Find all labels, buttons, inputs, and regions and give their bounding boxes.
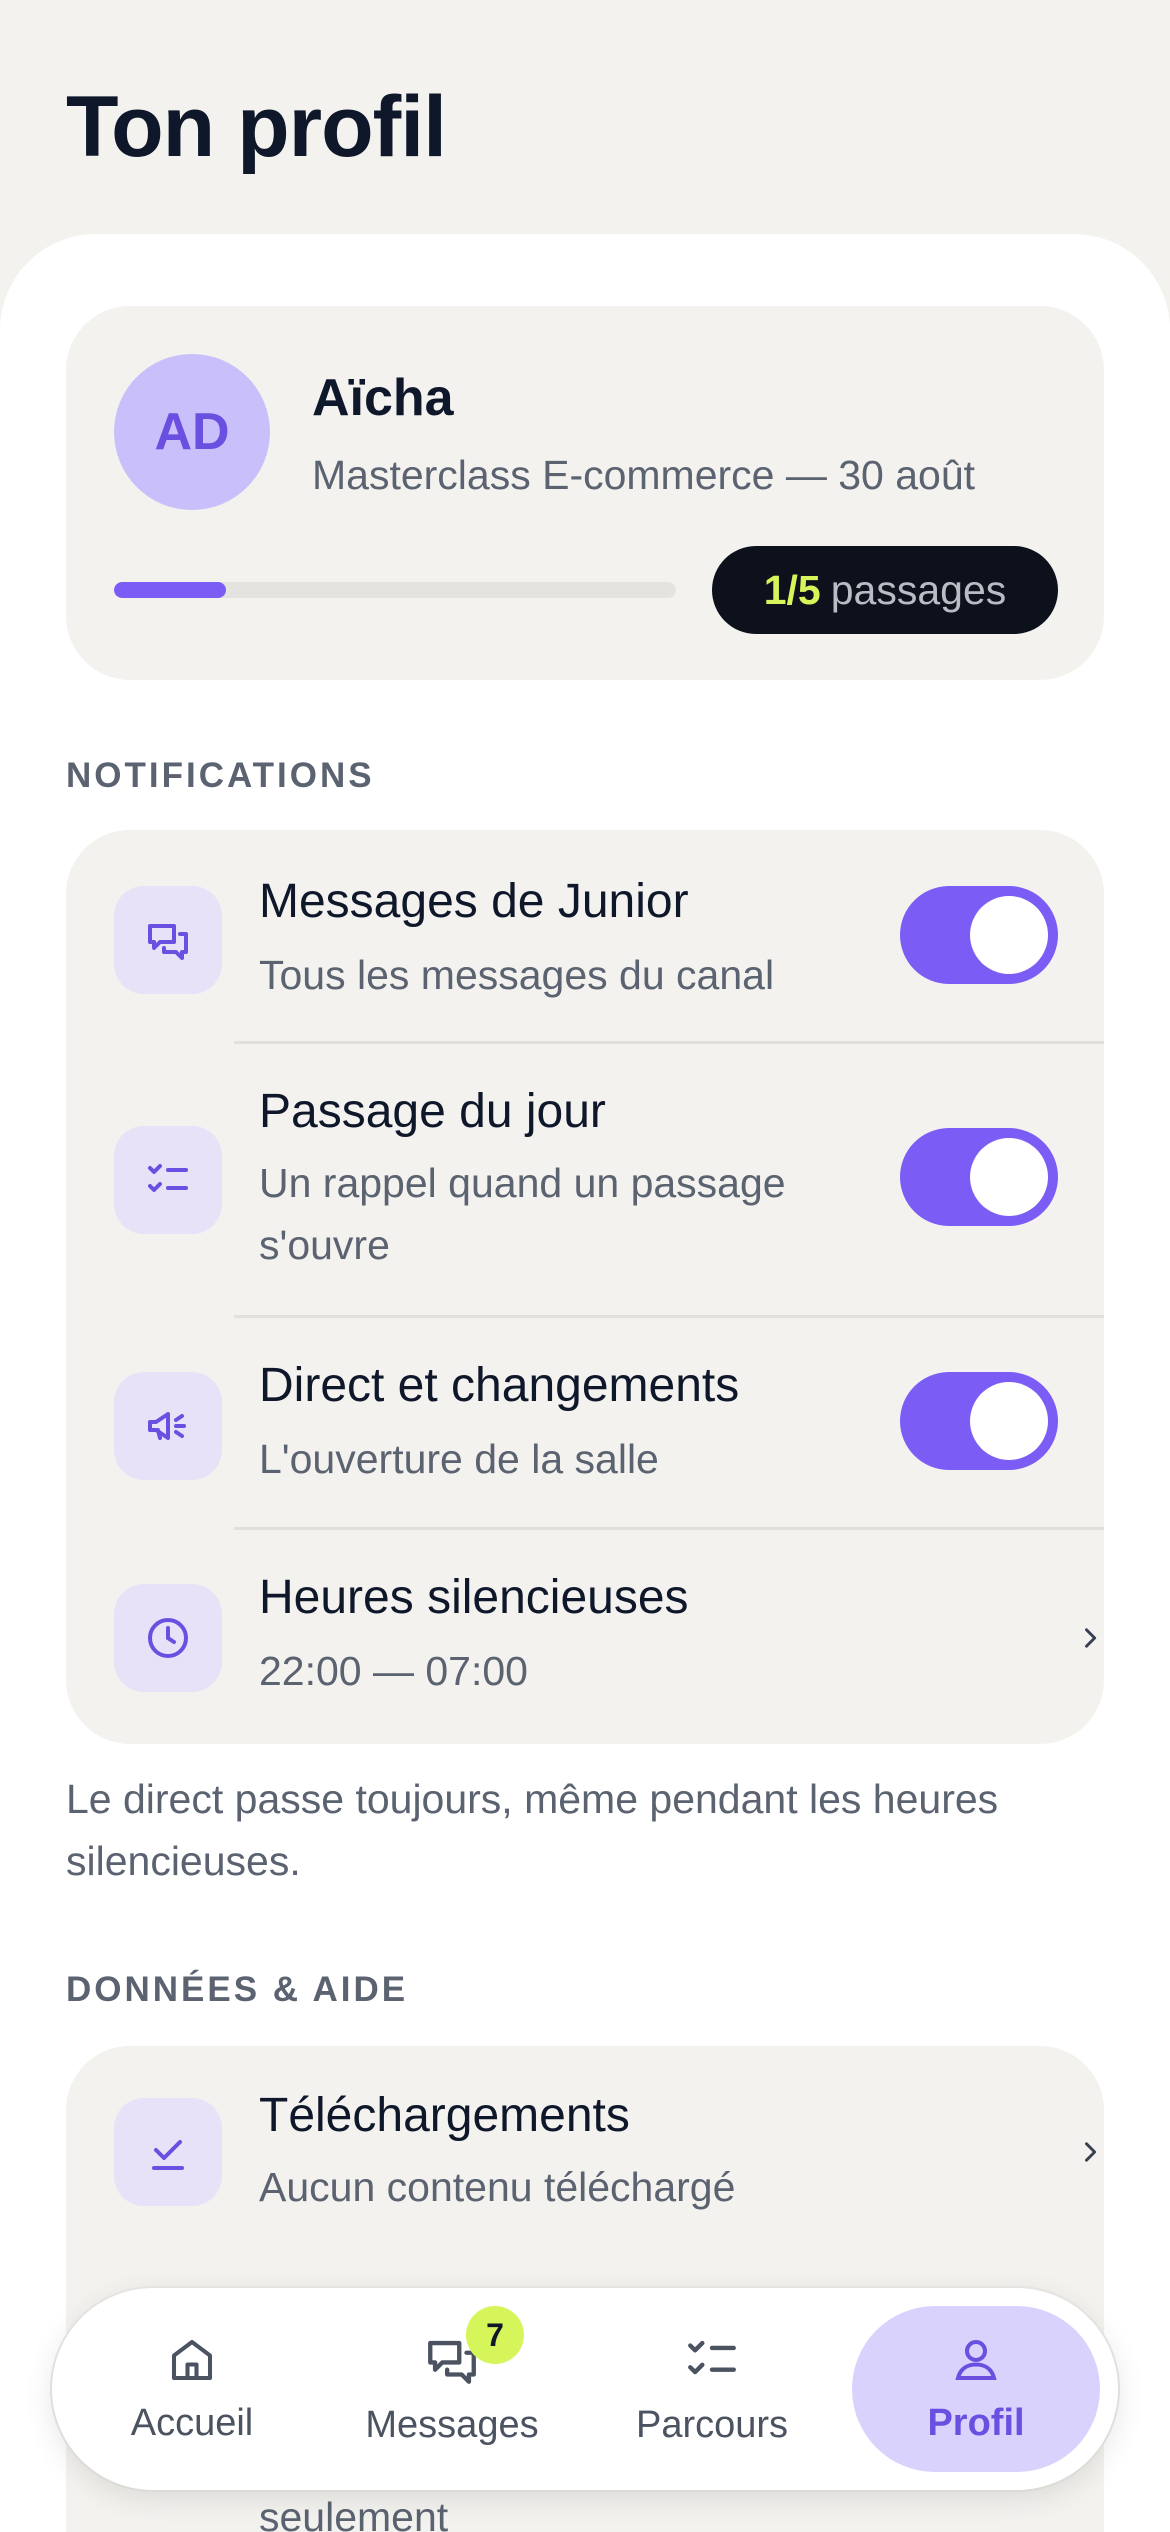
toggle-passage[interactable] xyxy=(900,1128,1058,1226)
progress-bar xyxy=(114,582,676,598)
notif-row-direct[interactable]: Direct et changements L'ouverture de la … xyxy=(66,1318,1104,1528)
notif-subtitle: 22:00 — 07:00 xyxy=(259,1648,528,1694)
notif-title: Direct et changements xyxy=(259,1359,740,1412)
downloads-row[interactable]: Téléchargements Aucun contenu téléchargé xyxy=(66,2046,1104,2260)
passages-badge: 1/5 passages xyxy=(712,546,1058,634)
toggle-knob xyxy=(970,896,1048,974)
nav-label: Messages xyxy=(365,2404,539,2446)
nav-item-messages[interactable]: Messages xyxy=(328,2306,576,2472)
megaphone-icon xyxy=(114,1372,222,1480)
row-title: Téléchargements xyxy=(259,2089,630,2142)
notif-subtitle: Tous les messages du canal xyxy=(259,952,775,998)
home-icon xyxy=(165,2333,219,2392)
notif-subtitle: L'ouverture de la salle xyxy=(259,1436,659,1482)
section-label-data-help: DONNÉES & AIDE xyxy=(66,1970,409,2009)
profile-course: Masterclass E-commerce — 30 août xyxy=(312,452,976,498)
chat-icon xyxy=(114,886,222,994)
checklist-icon xyxy=(683,2331,741,2394)
bottom-nav: Accueil Messages 7 Parcours Profil xyxy=(52,2288,1118,2490)
page-title: Ton profil xyxy=(66,79,447,175)
user-icon xyxy=(949,2333,1003,2392)
toggle-knob xyxy=(970,1382,1048,1460)
nav-item-accueil[interactable]: Accueil xyxy=(68,2306,316,2472)
checklist-icon xyxy=(114,1126,222,1234)
notifications-card: Messages de Junior Tous les messages du … xyxy=(66,830,1104,1744)
chevron-right-icon xyxy=(1070,2132,1110,2172)
profile-card[interactable]: AD Aïcha Masterclass E-commerce — 30 aoû… xyxy=(66,306,1104,680)
notif-subtitle: Un rappel quand un passage s'ouvre xyxy=(259,1160,786,1268)
notif-row-quiet-hours[interactable]: Heures silencieuses 22:00 — 07:00 xyxy=(66,1530,1104,1744)
notif-title: Heures silencieuses xyxy=(259,1571,689,1624)
nav-label: Profil xyxy=(927,2402,1025,2444)
toggle-messages[interactable] xyxy=(900,886,1058,984)
toggle-knob xyxy=(970,1138,1048,1216)
nav-item-parcours[interactable]: Parcours xyxy=(588,2306,836,2472)
unread-badge: 7 xyxy=(466,2306,524,2364)
passages-label: passages xyxy=(830,566,1007,613)
notif-title: Messages de Junior xyxy=(259,875,689,928)
clock-icon xyxy=(114,1584,222,1692)
partially-hidden-text: seulement xyxy=(259,2494,449,2532)
notif-title: Passage du jour xyxy=(259,1085,606,1138)
toggle-direct[interactable] xyxy=(900,1372,1058,1470)
notif-row-messages[interactable]: Messages de Junior Tous les messages du … xyxy=(66,830,1104,1042)
chevron-right-icon xyxy=(1070,1618,1110,1658)
progress-fill xyxy=(114,582,227,598)
quiet-hours-note: Le direct passe toujours, même pendant l… xyxy=(66,1776,999,1884)
nav-item-profil[interactable]: Profil xyxy=(852,2306,1100,2472)
download-check-icon xyxy=(114,2098,222,2206)
passages-count: 1/5 xyxy=(763,566,821,613)
nav-label: Parcours xyxy=(635,2404,789,2446)
profile-name: Aïcha xyxy=(312,369,454,427)
row-subtitle: Aucun contenu téléchargé xyxy=(259,2164,736,2210)
avatar: AD xyxy=(114,354,270,510)
notif-row-passage[interactable]: Passage du jour Un rappel quand un passa… xyxy=(66,1044,1104,1316)
section-label-notifications: NOTIFICATIONS xyxy=(66,756,375,795)
nav-label: Accueil xyxy=(130,2402,254,2444)
